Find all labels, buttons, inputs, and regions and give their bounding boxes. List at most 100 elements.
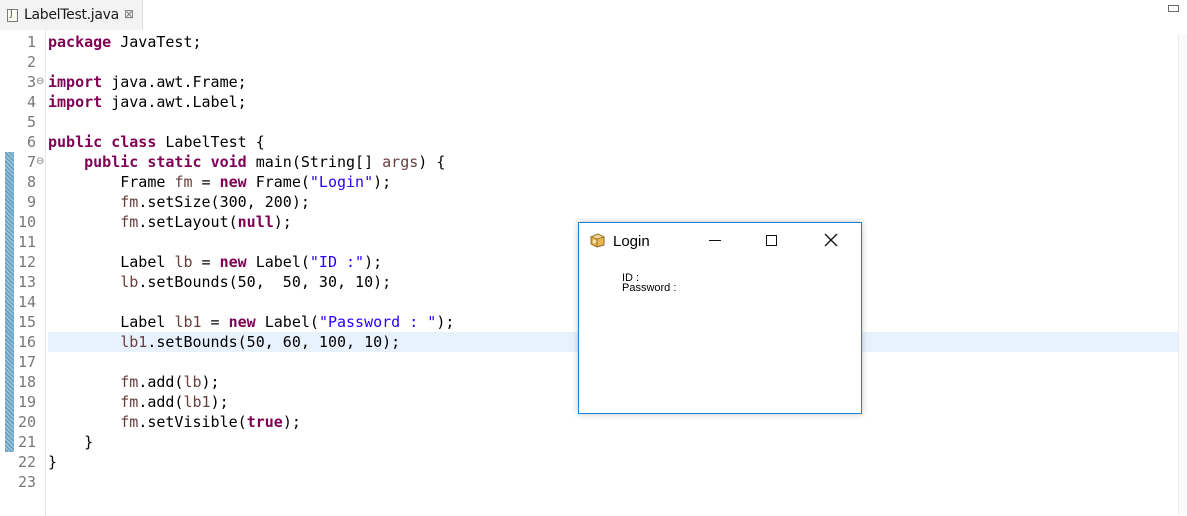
code-token: LabelTest { [156, 133, 265, 151]
line-number: 14 [17, 293, 36, 311]
line-number: 8 [26, 173, 36, 191]
vertical-scrollbar[interactable] [1178, 34, 1187, 514]
password-label: Password : [622, 282, 677, 294]
line-number: 2 [26, 53, 36, 71]
code-token: } [48, 433, 94, 451]
line-number: 17 [17, 353, 36, 371]
code-line[interactable]: 1 package JavaTest; [0, 32, 1180, 52]
code-text: import java.awt.Frame; [48, 72, 247, 92]
code-text: Frame fm = new Frame("Login"); [48, 172, 391, 192]
code-token: ); [201, 373, 220, 391]
close-tab-icon[interactable]: ⊠ [124, 7, 134, 21]
java-app-icon [589, 233, 606, 248]
code-line[interactable]: 21 } [0, 432, 1180, 452]
line-number: 10 [17, 213, 36, 231]
line-number: 19 [17, 393, 36, 411]
string-token: "ID :" [309, 253, 365, 271]
code-token: .add( [138, 373, 184, 391]
variable-token: fm [120, 393, 139, 411]
code-text: fm.add(lb1); [48, 392, 229, 412]
keyword-token: static [147, 153, 202, 171]
code-line[interactable]: 5 [0, 112, 1180, 132]
code-token: .setBounds(50, 60, 100, 10); [147, 333, 401, 351]
window-maximize-button[interactable] [766, 235, 777, 246]
variable-token: lb1 [120, 333, 148, 351]
line-number: 22 [17, 453, 36, 471]
line-number: 5 [26, 113, 36, 131]
variable-token: fm [120, 413, 139, 431]
line-number: 3 [26, 73, 36, 91]
keyword-token: null [237, 213, 274, 231]
window-close-button[interactable] [823, 232, 839, 248]
variable-token: lb [120, 273, 139, 291]
code-token: = [192, 253, 220, 271]
code-line[interactable]: 7 ⊖ public static void main(String[] args… [0, 152, 1180, 172]
code-text: } [48, 432, 93, 452]
line-number: 21 [17, 433, 36, 451]
line-number: 23 [17, 473, 36, 491]
window-minimize-button[interactable] [709, 240, 721, 241]
line-number: 1 [26, 33, 36, 51]
code-text: package JavaTest; [48, 32, 202, 52]
code-token: ); [373, 173, 392, 191]
code-token: Label [48, 313, 175, 331]
variable-token: args [382, 153, 419, 171]
variable-token: fm [174, 173, 193, 191]
code-line[interactable]: 6 public class LabelTest { [0, 132, 1180, 152]
code-token: .setVisible( [138, 413, 247, 431]
code-token: ); [282, 413, 301, 431]
variable-token: fm [120, 213, 139, 231]
keyword-token: true [246, 413, 283, 431]
code-text: public class LabelTest { [48, 132, 265, 152]
code-token: Label( [246, 253, 310, 271]
code-text: Label lb = new Label("ID :"); [48, 252, 382, 272]
code-line[interactable]: 3 ⊖ import java.awt.Frame; [0, 72, 1180, 92]
variable-token: fm [120, 193, 139, 211]
editor-tab-labeltest[interactable]: LabelTest.java ⊠ [0, 0, 143, 30]
variable-token: lb [183, 373, 202, 391]
code-line[interactable]: 22} [0, 452, 1180, 472]
code-line[interactable]: 4 import java.awt.Label; [0, 92, 1180, 112]
code-text: fm.setLayout(null); [48, 212, 292, 232]
line-number: 20 [17, 413, 36, 431]
code-token: } [48, 453, 58, 471]
code-text: } [48, 452, 57, 472]
fold-toggle-icon[interactable]: ⊖ [36, 72, 44, 92]
code-text: fm.setVisible(true); [48, 412, 301, 432]
variable-token: lb1 [183, 393, 211, 411]
code-line[interactable]: 23 [0, 472, 1180, 492]
line-number: 15 [17, 313, 36, 331]
minimize-view-button[interactable] [1168, 5, 1179, 12]
code-text: fm.add(lb); [48, 372, 220, 392]
code-token: ); [210, 393, 229, 411]
variable-token: lb1 [174, 313, 202, 331]
code-line[interactable]: 9 fm.setSize(300, 200); [0, 192, 1180, 212]
fold-toggle-icon[interactable]: ⊖ [36, 152, 44, 172]
keyword-token: import [48, 93, 103, 111]
code-token: ) { [418, 153, 446, 171]
keyword-token: package [48, 33, 112, 51]
code-token: = [201, 313, 229, 331]
code-line[interactable]: 8 Frame fm = new Frame("Login"); [0, 172, 1180, 192]
line-number: 12 [17, 253, 36, 271]
code-token: Label( [255, 313, 319, 331]
code-token: java.awt.Frame; [102, 73, 247, 91]
code-token: .setSize(300, 200); [138, 193, 310, 211]
code-token: main(String[] [246, 153, 383, 171]
code-text: fm.setSize(300, 200); [48, 192, 310, 212]
keyword-token: new [219, 253, 247, 271]
code-token: JavaTest; [111, 33, 202, 51]
login-window[interactable]: Login ID : Password : [578, 222, 862, 414]
code-line[interactable]: 2 [0, 52, 1180, 72]
code-text: lb1.setBounds(50, 60, 100, 10); [48, 332, 400, 352]
code-line[interactable]: 20 fm.setVisible(true); [0, 412, 1180, 432]
code-token: ); [364, 253, 383, 271]
